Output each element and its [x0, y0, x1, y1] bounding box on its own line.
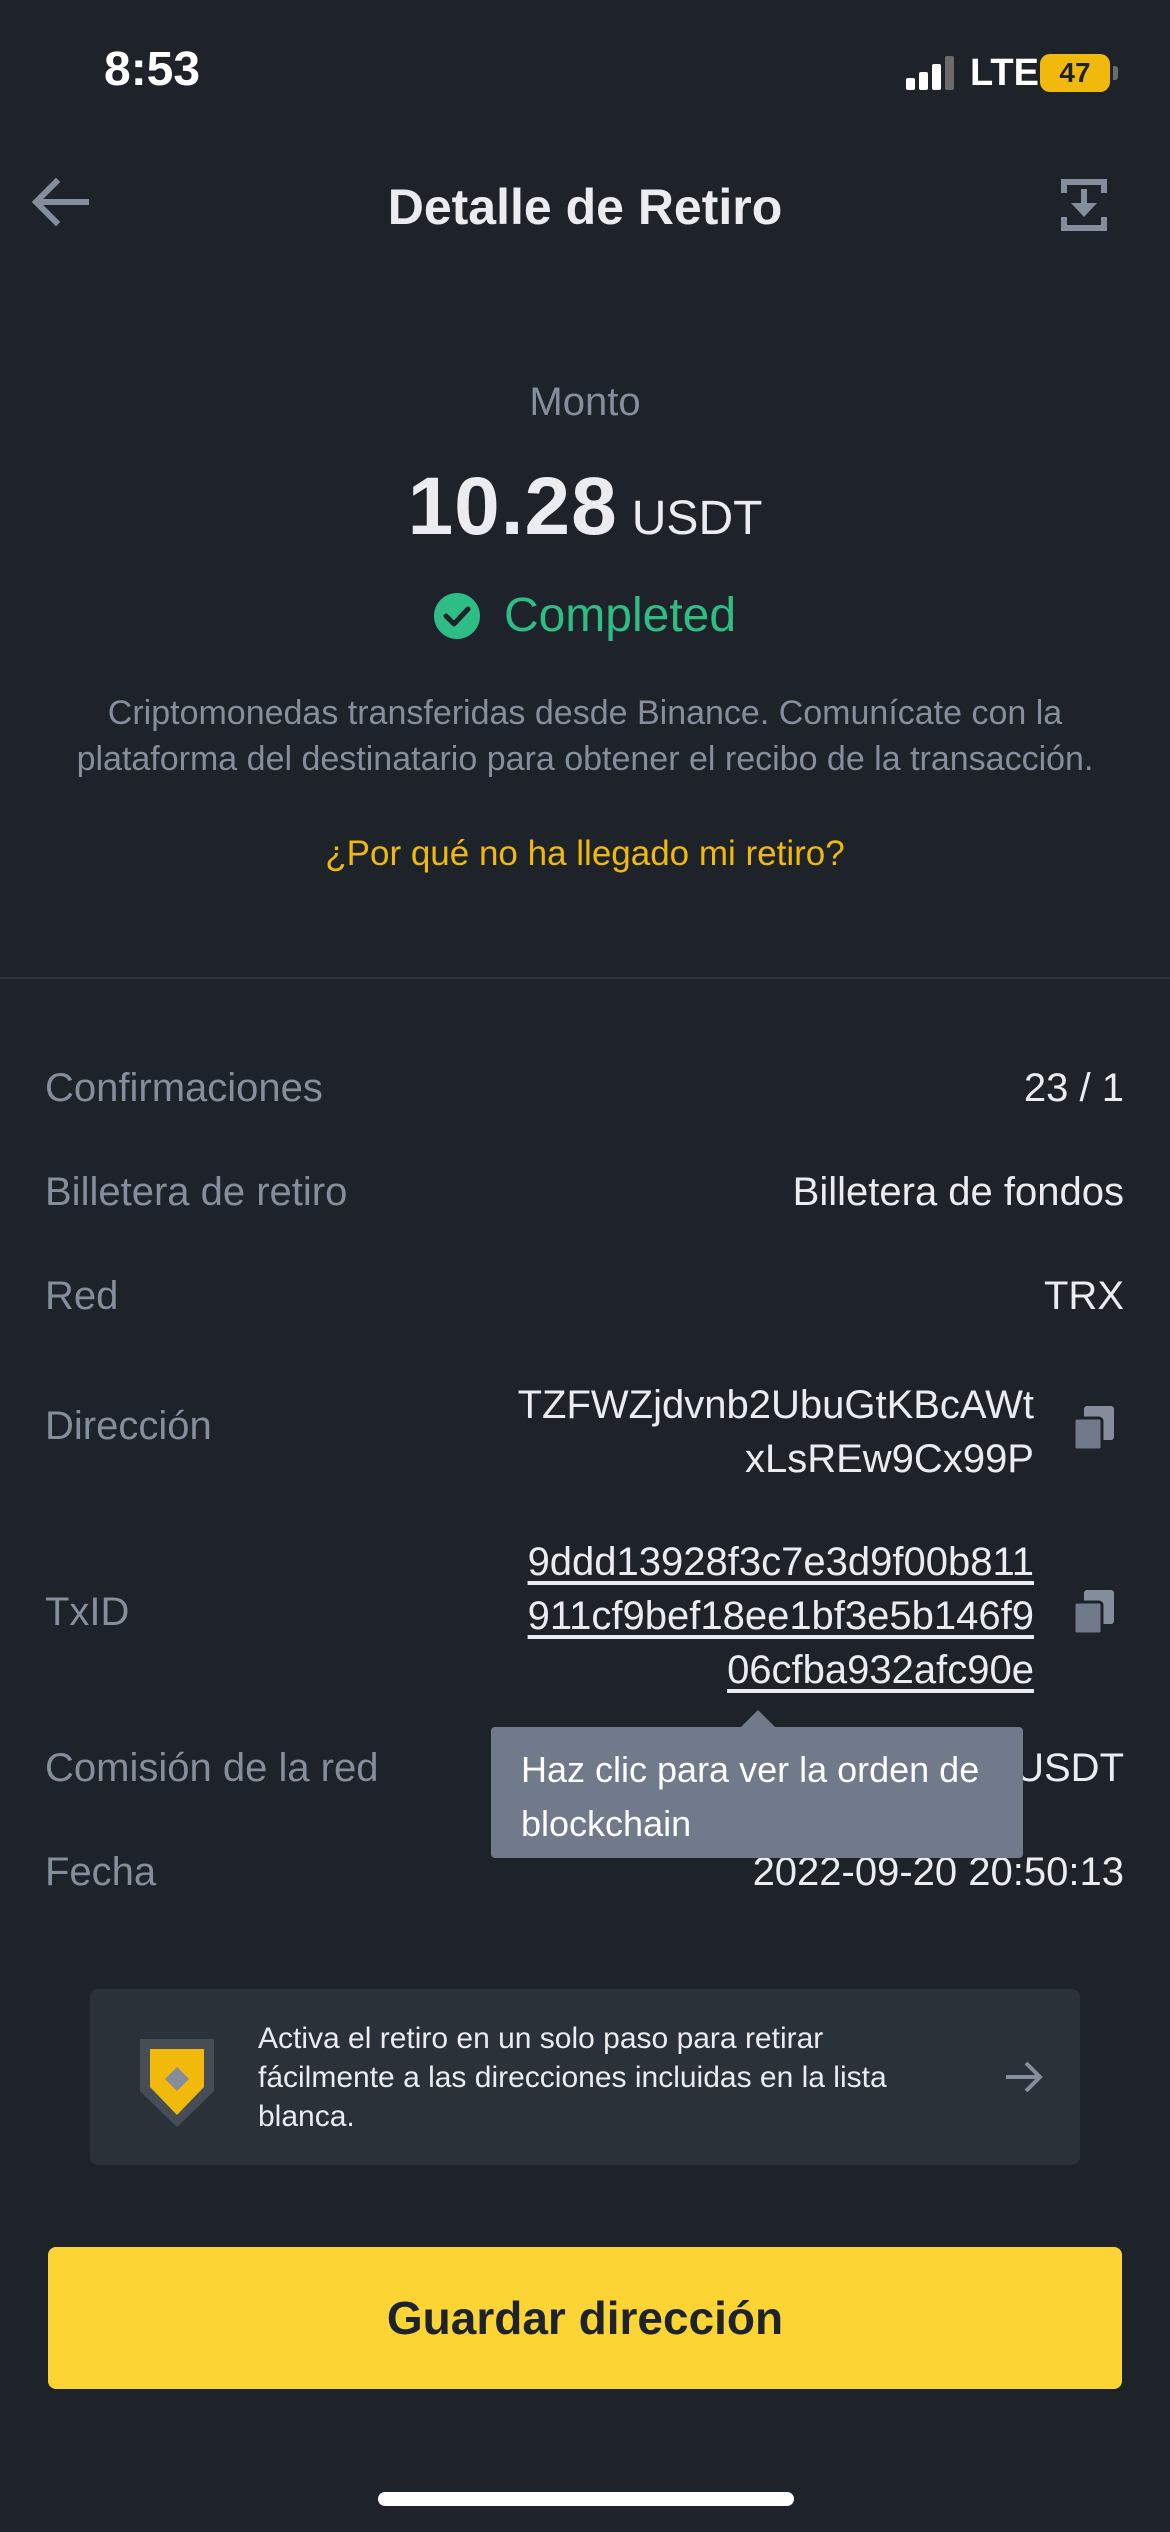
check-circle-icon — [433, 592, 480, 639]
network-value: TRX — [1044, 1274, 1124, 1318]
status-badge: Completed — [503, 589, 737, 642]
address-value: TZFWZjdvnb2UbuGtKBcAWt xLsREw9Cx99P — [518, 1378, 1034, 1486]
section-divider — [0, 977, 1170, 979]
arrow-right-icon — [1006, 2061, 1043, 2093]
fee-label: Comisión de la red — [45, 1746, 379, 1790]
withdrawal-description: Criptomonedas transferidas desde Binance… — [76, 694, 1094, 778]
home-indicator[interactable] — [378, 2492, 794, 2506]
address-label: Dirección — [45, 1404, 212, 1448]
copy-address-icon[interactable] — [1074, 1406, 1114, 1450]
confirmations-label: Confirmaciones — [45, 1066, 323, 1110]
signal-icon — [906, 54, 958, 90]
status-time: 8:53 — [104, 43, 201, 96]
why-not-arrived-link[interactable]: ¿Por qué no ha llegado mi retiro? — [0, 834, 1170, 874]
txid-label: TxID — [45, 1590, 130, 1634]
battery-tip — [1113, 66, 1118, 80]
tooltip-arrow — [740, 1710, 776, 1728]
tooltip-text: Haz clic para ver la orden de blockchain — [521, 1743, 1003, 1851]
save-address-button[interactable]: Guardar dirección — [48, 2247, 1122, 2389]
shield-icon — [140, 2039, 214, 2127]
txid-line-2: 911cf9bef18ee1bf3e5b146f9 — [527, 1594, 1034, 1638]
tooltip-line-1: Haz clic para ver la orden de — [521, 1749, 980, 1790]
txid-line-3: 06cfba932afc90e — [727, 1648, 1034, 1692]
txid-line-1: 9ddd13928f3c7e3d9f00b811 — [527, 1540, 1034, 1584]
network-type: LTE — [970, 52, 1039, 94]
amount-unit: USDT — [631, 492, 763, 545]
amount-value: 10.28 — [407, 461, 618, 552]
blockchain-tooltip[interactable]: Haz clic para ver la orden de blockchain — [491, 1727, 1023, 1858]
amount-row: 10.28 USDT — [0, 460, 1170, 554]
network-label: Red — [45, 1274, 119, 1318]
battery-icon: 47 — [1040, 54, 1110, 92]
banner-text: Activa el retiro en un solo paso para re… — [258, 2022, 887, 2133]
status-row: Completed — [0, 588, 1170, 643]
withdrawal-detail-screen: 8:53 LTE 47 Detalle de Retiro Monto 10.2… — [0, 0, 1170, 2532]
fee-value: USDT — [1015, 1746, 1124, 1790]
tooltip-line-2: blockchain — [521, 1803, 692, 1844]
address-line-2: xLsREw9Cx99P — [744, 1437, 1034, 1481]
page-title: Detalle de Retiro — [387, 179, 783, 235]
date-label: Fecha — [45, 1850, 157, 1894]
amount-label: Monto — [529, 380, 641, 424]
confirmations-value: 23 / 1 — [1023, 1066, 1124, 1110]
txid-link[interactable]: 9ddd13928f3c7e3d9f00b811 911cf9bef18ee1b… — [528, 1535, 1034, 1697]
one-step-withdrawal-banner[interactable]: Activa el retiro en un solo paso para re… — [90, 1989, 1080, 2165]
address-line-1: TZFWZjdvnb2UbuGtKBcAWt — [517, 1383, 1034, 1427]
wallet-label: Billetera de retiro — [45, 1170, 348, 1214]
wallet-value: Billetera de fondos — [792, 1170, 1124, 1214]
copy-txid-icon[interactable] — [1074, 1590, 1114, 1634]
download-receipt-icon[interactable] — [1058, 176, 1110, 234]
